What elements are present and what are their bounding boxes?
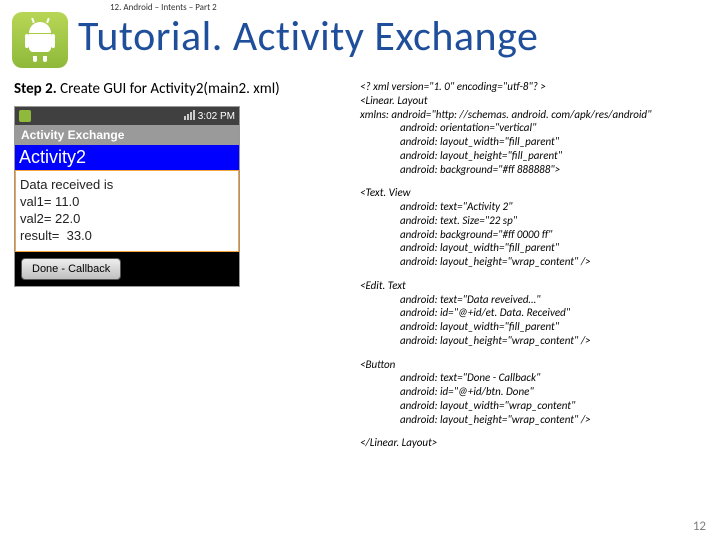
android-logo [12, 12, 68, 68]
code-line: android: layout_height="wrap_content" /> [360, 413, 708, 427]
code-line: xmlns: android="http: //schemas. android… [360, 108, 708, 122]
code-line: <Button [360, 358, 708, 372]
code-listing: <? xml version="1. 0" encoding="utf-8"? … [360, 80, 720, 460]
code-line: android: text="Activity 2" [360, 200, 708, 214]
slide-title: Tutorial. Activity Exchange [0, 11, 720, 62]
code-line: android: layout_height="wrap_content" /> [360, 334, 708, 348]
step-number: Step 2. [14, 80, 57, 98]
page-number: 12 [693, 519, 706, 534]
code-line: android: layout_height="fill_parent" [360, 149, 708, 163]
status-bar: 3:02 PM [15, 107, 239, 125]
code-line: android: background="#ff 888888"> [360, 163, 708, 177]
code-line: <Linear. Layout [360, 94, 708, 108]
code-line: android: background="#ff 0000 ff" [360, 228, 708, 242]
status-time: 3:02 PM [198, 111, 235, 122]
code-line: android: layout_width="fill_parent" [360, 320, 708, 334]
activity-label: Activity2 [15, 145, 239, 170]
code-line: android: orientation="vertical" [360, 121, 708, 135]
signal-icon [183, 110, 195, 123]
code-line: android: layout_width="fill_parent" [360, 241, 708, 255]
code-line: </Linear. Layout> [360, 436, 708, 450]
android-icon [19, 110, 31, 122]
code-line: android: id="@+id/btn. Done" [360, 385, 708, 399]
step-heading: Step 2. Create GUI for Activity2(main2. … [14, 80, 360, 98]
step-desc: Create GUI for Activity2(main2. xml) [57, 80, 280, 98]
device-screenshot: 3:02 PM Activity Exchange Activity2 Data… [14, 106, 240, 287]
code-line: android: text="Data reveived…" [360, 293, 708, 307]
code-line: <? xml version="1. 0" encoding="utf-8"? … [360, 80, 708, 94]
code-line: android: layout_width="wrap_content" [360, 399, 708, 413]
app-title-bar: Activity Exchange [15, 125, 239, 145]
code-line: <Text. View [360, 186, 708, 200]
code-line: android: layout_width="fill_parent" [360, 135, 708, 149]
code-line: android: layout_height="wrap_content" /> [360, 255, 708, 269]
edit-text-field: Data received is val1= 11.0 val2= 22.0 r… [15, 170, 239, 252]
code-line: <Edit. Text [360, 279, 708, 293]
code-line: android: id="@+id/et. Data. Received" [360, 306, 708, 320]
done-callback-button: Done - Callback [21, 258, 121, 280]
code-line: android: text="Done - Callback" [360, 371, 708, 385]
code-line: android: text. Size="22 sp" [360, 214, 708, 228]
